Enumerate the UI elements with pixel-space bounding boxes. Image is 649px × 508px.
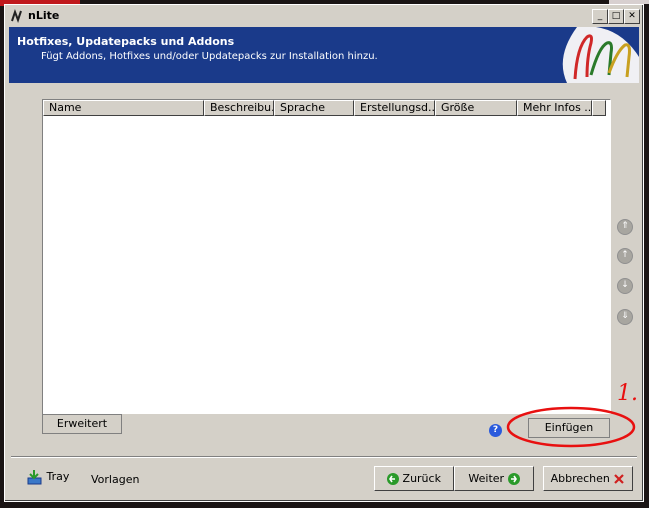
- list-header: Name Beschreibu... Sprache Erstellungsd.…: [43, 100, 610, 116]
- page-subtitle: Fügt Addons, Hotfixes und/oder Updatepac…: [41, 51, 378, 62]
- nlite-header-logo-icon: [562, 27, 639, 83]
- nlite-logo-icon: [11, 9, 22, 23]
- window-title: nLite: [28, 9, 60, 22]
- annotation-number: 1.: [617, 381, 638, 406]
- column-header-size[interactable]: Größe: [435, 100, 517, 116]
- list-body[interactable]: [43, 116, 610, 414]
- move-bottom-icon[interactable]: ⇓: [617, 309, 633, 325]
- tray-label: Tray: [46, 470, 70, 483]
- move-down-icon[interactable]: ↓: [617, 278, 633, 294]
- page-header: Hotfixes, Updatepacks und Addons Fügt Ad…: [9, 27, 639, 83]
- back-button-label: Zurück: [402, 472, 441, 485]
- minimize-icon: _: [597, 11, 603, 21]
- help-icon[interactable]: ?: [489, 424, 502, 437]
- column-header-name[interactable]: Name: [43, 100, 204, 116]
- nlite-window: nLite _ □ ✕ Hotfixes, Updatepacks und Ad…: [4, 4, 644, 502]
- tray-button[interactable]: Tray: [27, 469, 69, 485]
- next-button-label: Weiter: [468, 472, 505, 485]
- column-header-description[interactable]: Beschreibu...: [204, 100, 274, 116]
- maximize-icon: □: [611, 11, 621, 21]
- move-top-icon[interactable]: ⇑: [617, 219, 633, 235]
- column-header-date[interactable]: Erstellungsd...: [354, 100, 435, 116]
- cancel-button-label: Abbrechen: [550, 472, 610, 485]
- back-button[interactable]: Zurück: [374, 466, 454, 491]
- page-title: Hotfixes, Updatepacks und Addons: [17, 35, 235, 48]
- minimize-button[interactable]: _: [592, 9, 608, 24]
- maximize-button[interactable]: □: [608, 9, 624, 24]
- erweitert-button[interactable]: Erweitert: [42, 414, 122, 434]
- next-button[interactable]: Weiter: [454, 466, 534, 491]
- cancel-x-icon: [614, 474, 625, 484]
- column-header-filler: [592, 100, 606, 116]
- column-header-more-info[interactable]: Mehr Infos ...: [517, 100, 592, 116]
- forward-arrow-icon: [507, 473, 520, 485]
- hotfix-list[interactable]: Name Beschreibu... Sprache Erstellungsd.…: [42, 99, 611, 415]
- cancel-button[interactable]: Abbrechen: [543, 466, 633, 491]
- annotation-circle: [506, 406, 636, 448]
- title-bar[interactable]: nLite _ □ ✕: [6, 6, 642, 26]
- vorlagen-link[interactable]: Vorlagen: [91, 473, 139, 486]
- footer-separator: [11, 456, 637, 458]
- back-arrow-icon: [387, 473, 400, 485]
- tray-icon: [27, 470, 42, 485]
- close-button[interactable]: ✕: [624, 9, 640, 24]
- close-icon: ✕: [628, 11, 636, 21]
- column-header-language[interactable]: Sprache: [274, 100, 354, 116]
- move-up-icon[interactable]: ↑: [617, 248, 633, 264]
